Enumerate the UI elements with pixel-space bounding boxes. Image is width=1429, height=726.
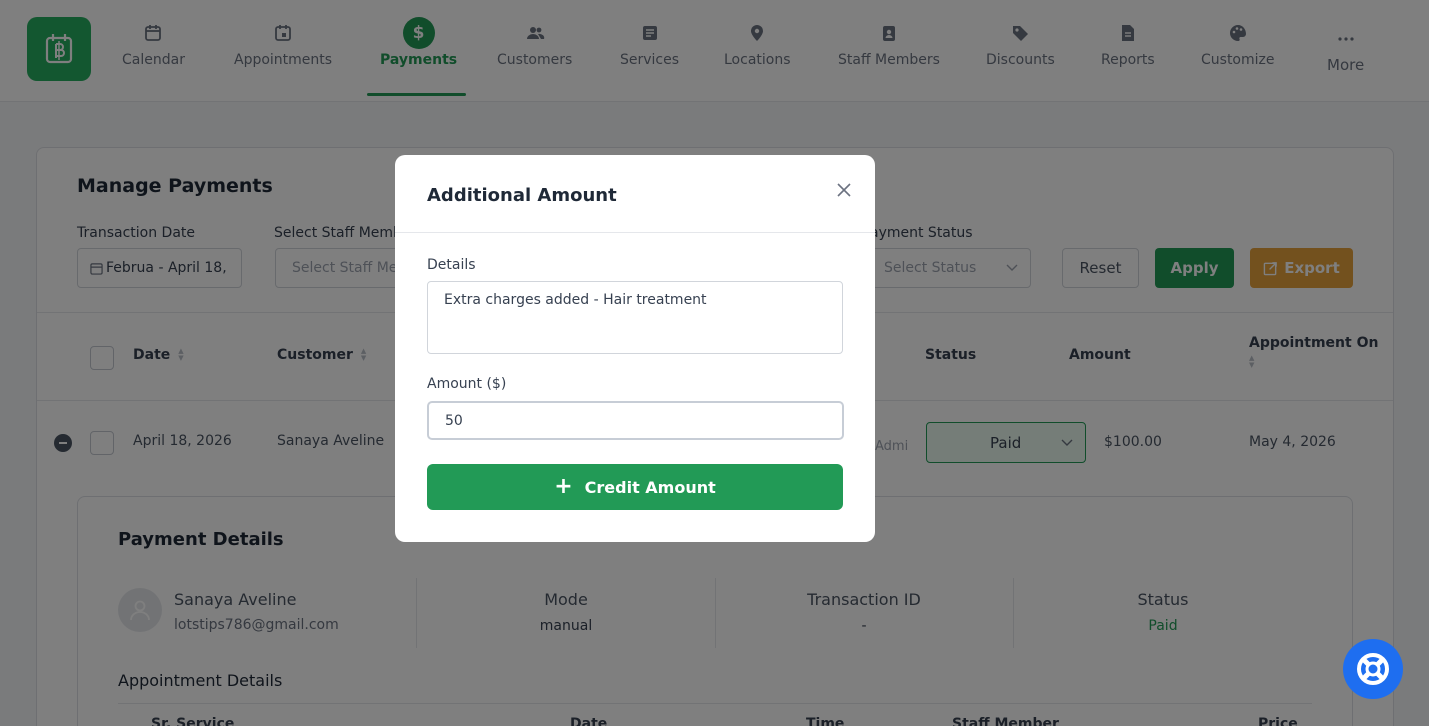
divider [395,232,875,233]
amount-label: Amount ($) [427,376,507,392]
credit-amount-button[interactable]: + Credit Amount [427,464,843,510]
close-icon[interactable] [835,181,853,199]
amount-input[interactable] [427,401,844,440]
modal-title: Additional Amount [427,185,617,206]
lifebuoy-icon [1357,653,1389,685]
additional-amount-modal: Additional Amount Details Extra charges … [395,155,875,542]
details-label: Details [427,257,476,273]
plus-icon: + [554,474,573,499]
details-textarea[interactable]: Extra charges added - Hair treatment [427,281,843,354]
credit-amount-label: Credit Amount [584,477,716,497]
help-button[interactable] [1343,639,1403,699]
